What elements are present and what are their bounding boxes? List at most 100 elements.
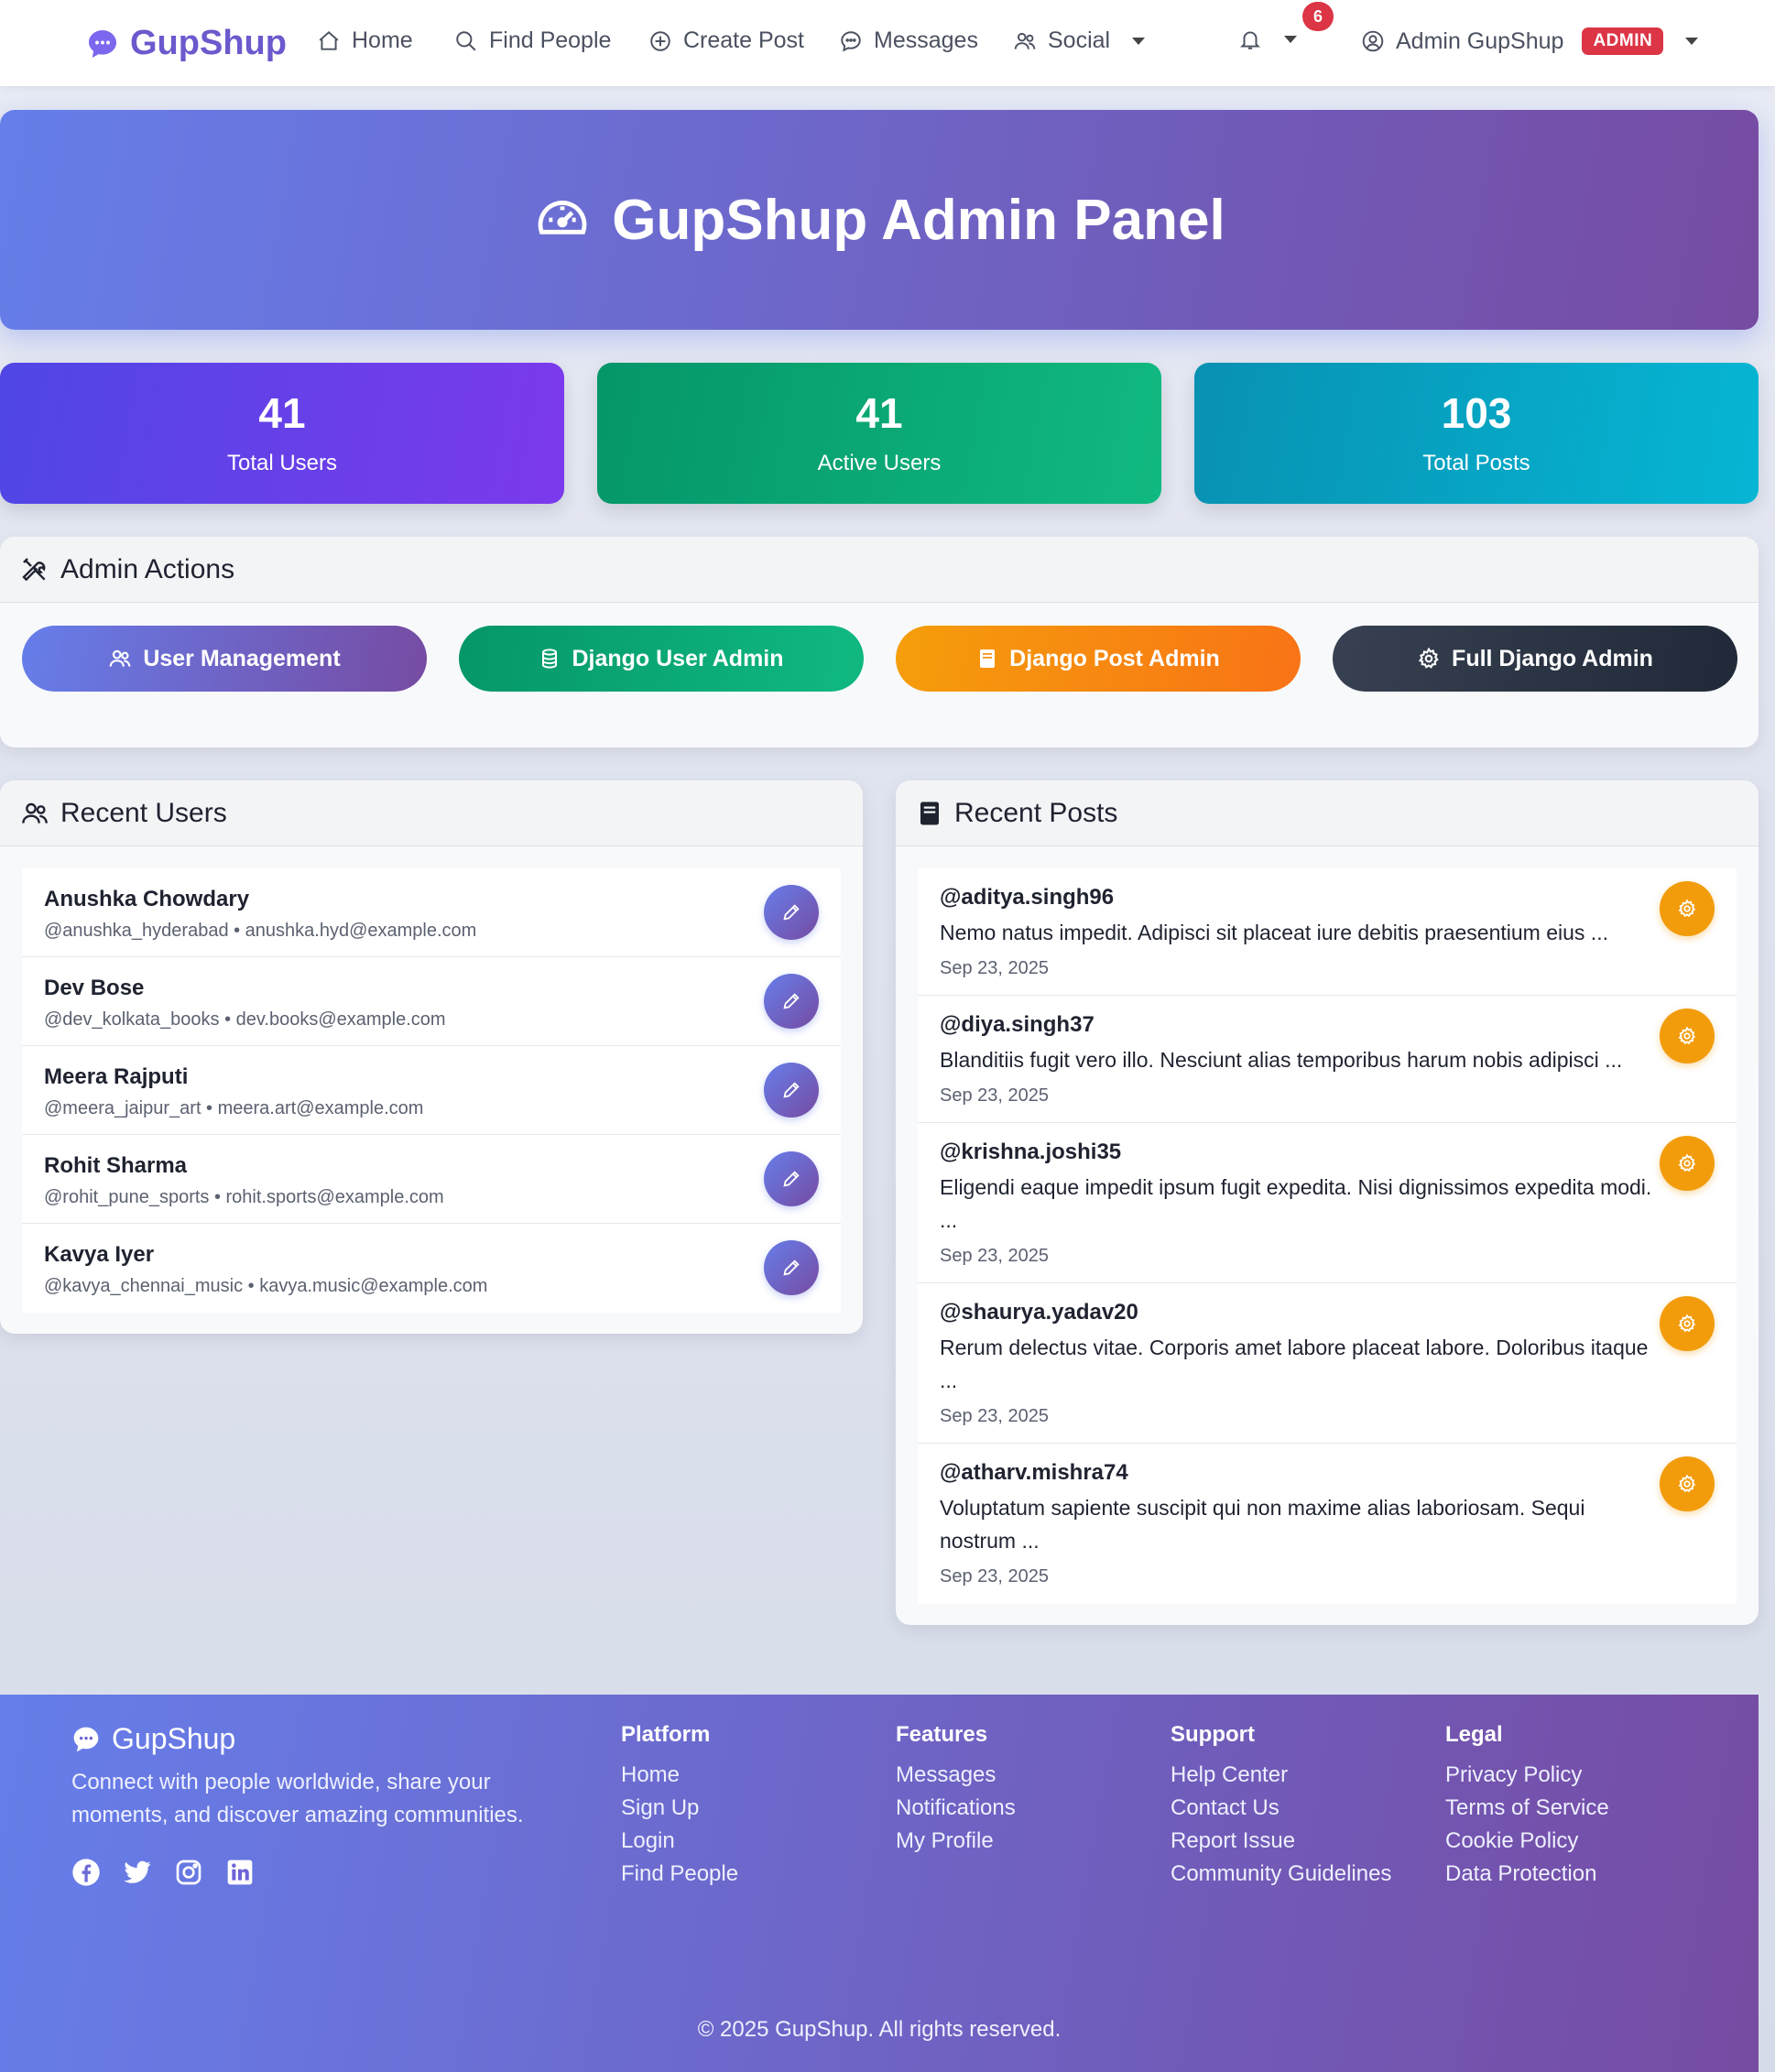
home-icon xyxy=(319,30,339,50)
footer-link[interactable]: My Profile xyxy=(896,1825,1016,1858)
manage-post-button[interactable] xyxy=(1660,1296,1715,1351)
post-date: Sep 23, 2025 xyxy=(940,1406,1049,1426)
footer-link[interactable]: Data Protection xyxy=(1445,1858,1609,1891)
file-icon xyxy=(920,802,939,824)
footer-column-title: Legal xyxy=(1445,1722,1503,1747)
user-management-button[interactable]: User Management xyxy=(22,626,427,692)
user-list-item: Anushka Chowdary @anushka_hyderabad • an… xyxy=(22,868,841,957)
nav-messages[interactable]: Messages xyxy=(839,27,978,54)
user-name: Admin GupShup xyxy=(1396,27,1564,54)
pencil-icon xyxy=(783,1260,800,1276)
footer-column-legal: Legal Privacy Policy Terms of Service Co… xyxy=(1445,1722,1609,1891)
people-icon xyxy=(22,802,48,823)
edit-user-button[interactable] xyxy=(764,1063,819,1118)
stat-active-users: 41 Active Users xyxy=(597,363,1161,504)
chat-bubble-icon xyxy=(73,1727,99,1751)
footer-description: Connect with people worldwide, share you… xyxy=(71,1770,524,1827)
footer-link[interactable]: Sign Up xyxy=(621,1792,738,1825)
role-badge: ADMIN xyxy=(1582,27,1664,55)
footer-link[interactable]: Privacy Policy xyxy=(1445,1759,1609,1792)
django-user-admin-button[interactable]: Django User Admin xyxy=(459,626,864,692)
chevron-down-icon xyxy=(1685,38,1699,45)
footer-column-title: Platform xyxy=(621,1722,711,1747)
post-username: @shaurya.yadav20 xyxy=(940,1300,1138,1325)
user-name: Meera Rajputi xyxy=(44,1064,189,1089)
edit-user-button[interactable] xyxy=(764,1151,819,1206)
card-title: Admin Actions xyxy=(60,553,235,584)
post-list-item: @diya.singh37 Blanditiis fugit vero illo… xyxy=(918,996,1737,1123)
footer-link[interactable]: Find People xyxy=(621,1858,738,1891)
chevron-down-icon xyxy=(1284,36,1297,43)
social-links xyxy=(71,1858,255,1887)
tools-icon xyxy=(22,557,46,581)
user-circle-icon xyxy=(1362,30,1384,52)
footer-link[interactable]: Messages xyxy=(896,1759,1016,1792)
footer-link[interactable]: Terms of Service xyxy=(1445,1792,1609,1825)
user-meta: @anushka_hyderabad • anushka.hyd@example… xyxy=(44,921,477,941)
footer-link[interactable]: Cookie Policy xyxy=(1445,1825,1609,1858)
user-name: Kavya Iyer xyxy=(44,1242,155,1267)
nav-home[interactable]: Home xyxy=(317,27,413,54)
footer-column-title: Support xyxy=(1171,1722,1255,1747)
django-post-admin-button[interactable]: Django Post Admin xyxy=(896,626,1301,692)
button-label: Full Django Admin xyxy=(1452,645,1653,671)
footer-link[interactable]: Help Center xyxy=(1171,1759,1391,1792)
file-icon xyxy=(980,649,996,668)
user-meta: @kavya_chennai_music • kavya.music@examp… xyxy=(44,1276,488,1296)
page-title: GupShup Admin Panel xyxy=(612,188,1225,252)
pencil-icon xyxy=(783,1171,800,1187)
notifications-dropdown[interactable] xyxy=(1238,27,1297,51)
linkedin-icon[interactable] xyxy=(225,1858,255,1887)
post-username: @aditya.singh96 xyxy=(940,885,1115,910)
chat-bubble-icon xyxy=(89,29,116,58)
twitter-icon[interactable] xyxy=(123,1858,152,1887)
gear-icon xyxy=(1418,647,1439,669)
manage-post-button[interactable] xyxy=(1660,1009,1715,1063)
facebook-icon[interactable] xyxy=(71,1858,101,1887)
nav-social-dropdown[interactable]: Social xyxy=(1013,27,1146,54)
pencil-icon xyxy=(783,993,800,1009)
manage-post-button[interactable] xyxy=(1660,881,1715,936)
gear-icon xyxy=(1678,1153,1696,1172)
user-list-item: Rohit Sharma @rohit_pune_sports • rohit.… xyxy=(22,1135,841,1224)
user-name: Rohit Sharma xyxy=(44,1153,188,1178)
nav-create-post[interactable]: Create Post xyxy=(648,27,804,54)
stat-label: Total Posts xyxy=(1422,451,1530,475)
copyright: © 2025 GupShup. All rights reserved. xyxy=(697,2017,1062,2042)
people-icon xyxy=(109,649,131,667)
nav-home-label: Home xyxy=(352,27,413,53)
edit-user-button[interactable] xyxy=(764,1240,819,1295)
footer-link[interactable]: Home xyxy=(621,1759,738,1792)
post-date: Sep 23, 2025 xyxy=(940,1566,1049,1587)
user-menu-dropdown[interactable]: Admin GupShup ADMIN xyxy=(1361,27,1699,55)
post-list-item: @krishna.joshi35 Eligendi eaque impedit … xyxy=(918,1123,1737,1283)
gear-icon xyxy=(1678,1474,1696,1493)
manage-post-button[interactable] xyxy=(1660,1136,1715,1191)
instagram-icon[interactable] xyxy=(174,1858,203,1887)
footer-column-title: Features xyxy=(896,1722,988,1747)
post-excerpt: Eligendi eaque impedit ipsum fugit exped… xyxy=(940,1175,1652,1232)
nav-find-people[interactable]: Find People xyxy=(454,27,611,54)
nav-social-label: Social xyxy=(1048,27,1111,53)
footer-link[interactable]: Community Guidelines xyxy=(1171,1858,1391,1891)
database-icon xyxy=(542,649,558,669)
footer-link[interactable]: Report Issue xyxy=(1171,1825,1391,1858)
footer-column-support: Support Help Center Contact Us Report Is… xyxy=(1171,1722,1391,1891)
stat-label: Active Users xyxy=(817,451,942,475)
card-title: Recent Users xyxy=(60,797,227,828)
edit-user-button[interactable] xyxy=(764,885,819,940)
manage-post-button[interactable] xyxy=(1660,1456,1715,1511)
nav-messages-label: Messages xyxy=(874,27,978,53)
brand-logo[interactable]: GupShup xyxy=(86,24,287,63)
recent-posts-card: Recent Posts @aditya.singh96 Nemo natus … xyxy=(896,780,1759,1625)
post-excerpt: Rerum delectus vitae. Corporis amet labo… xyxy=(940,1336,1649,1392)
post-date: Sep 23, 2025 xyxy=(940,1246,1049,1266)
user-meta: @meera_jaipur_art • meera.art@example.co… xyxy=(44,1098,424,1118)
full-django-admin-button[interactable]: Full Django Admin xyxy=(1333,626,1737,692)
footer-link[interactable]: Contact Us xyxy=(1171,1792,1391,1825)
admin-actions-header: Admin Actions xyxy=(0,537,1759,603)
edit-user-button[interactable] xyxy=(764,974,819,1029)
footer-link[interactable]: Login xyxy=(621,1825,738,1858)
footer-link[interactable]: Notifications xyxy=(896,1792,1016,1825)
stat-value: 41 xyxy=(258,389,306,437)
